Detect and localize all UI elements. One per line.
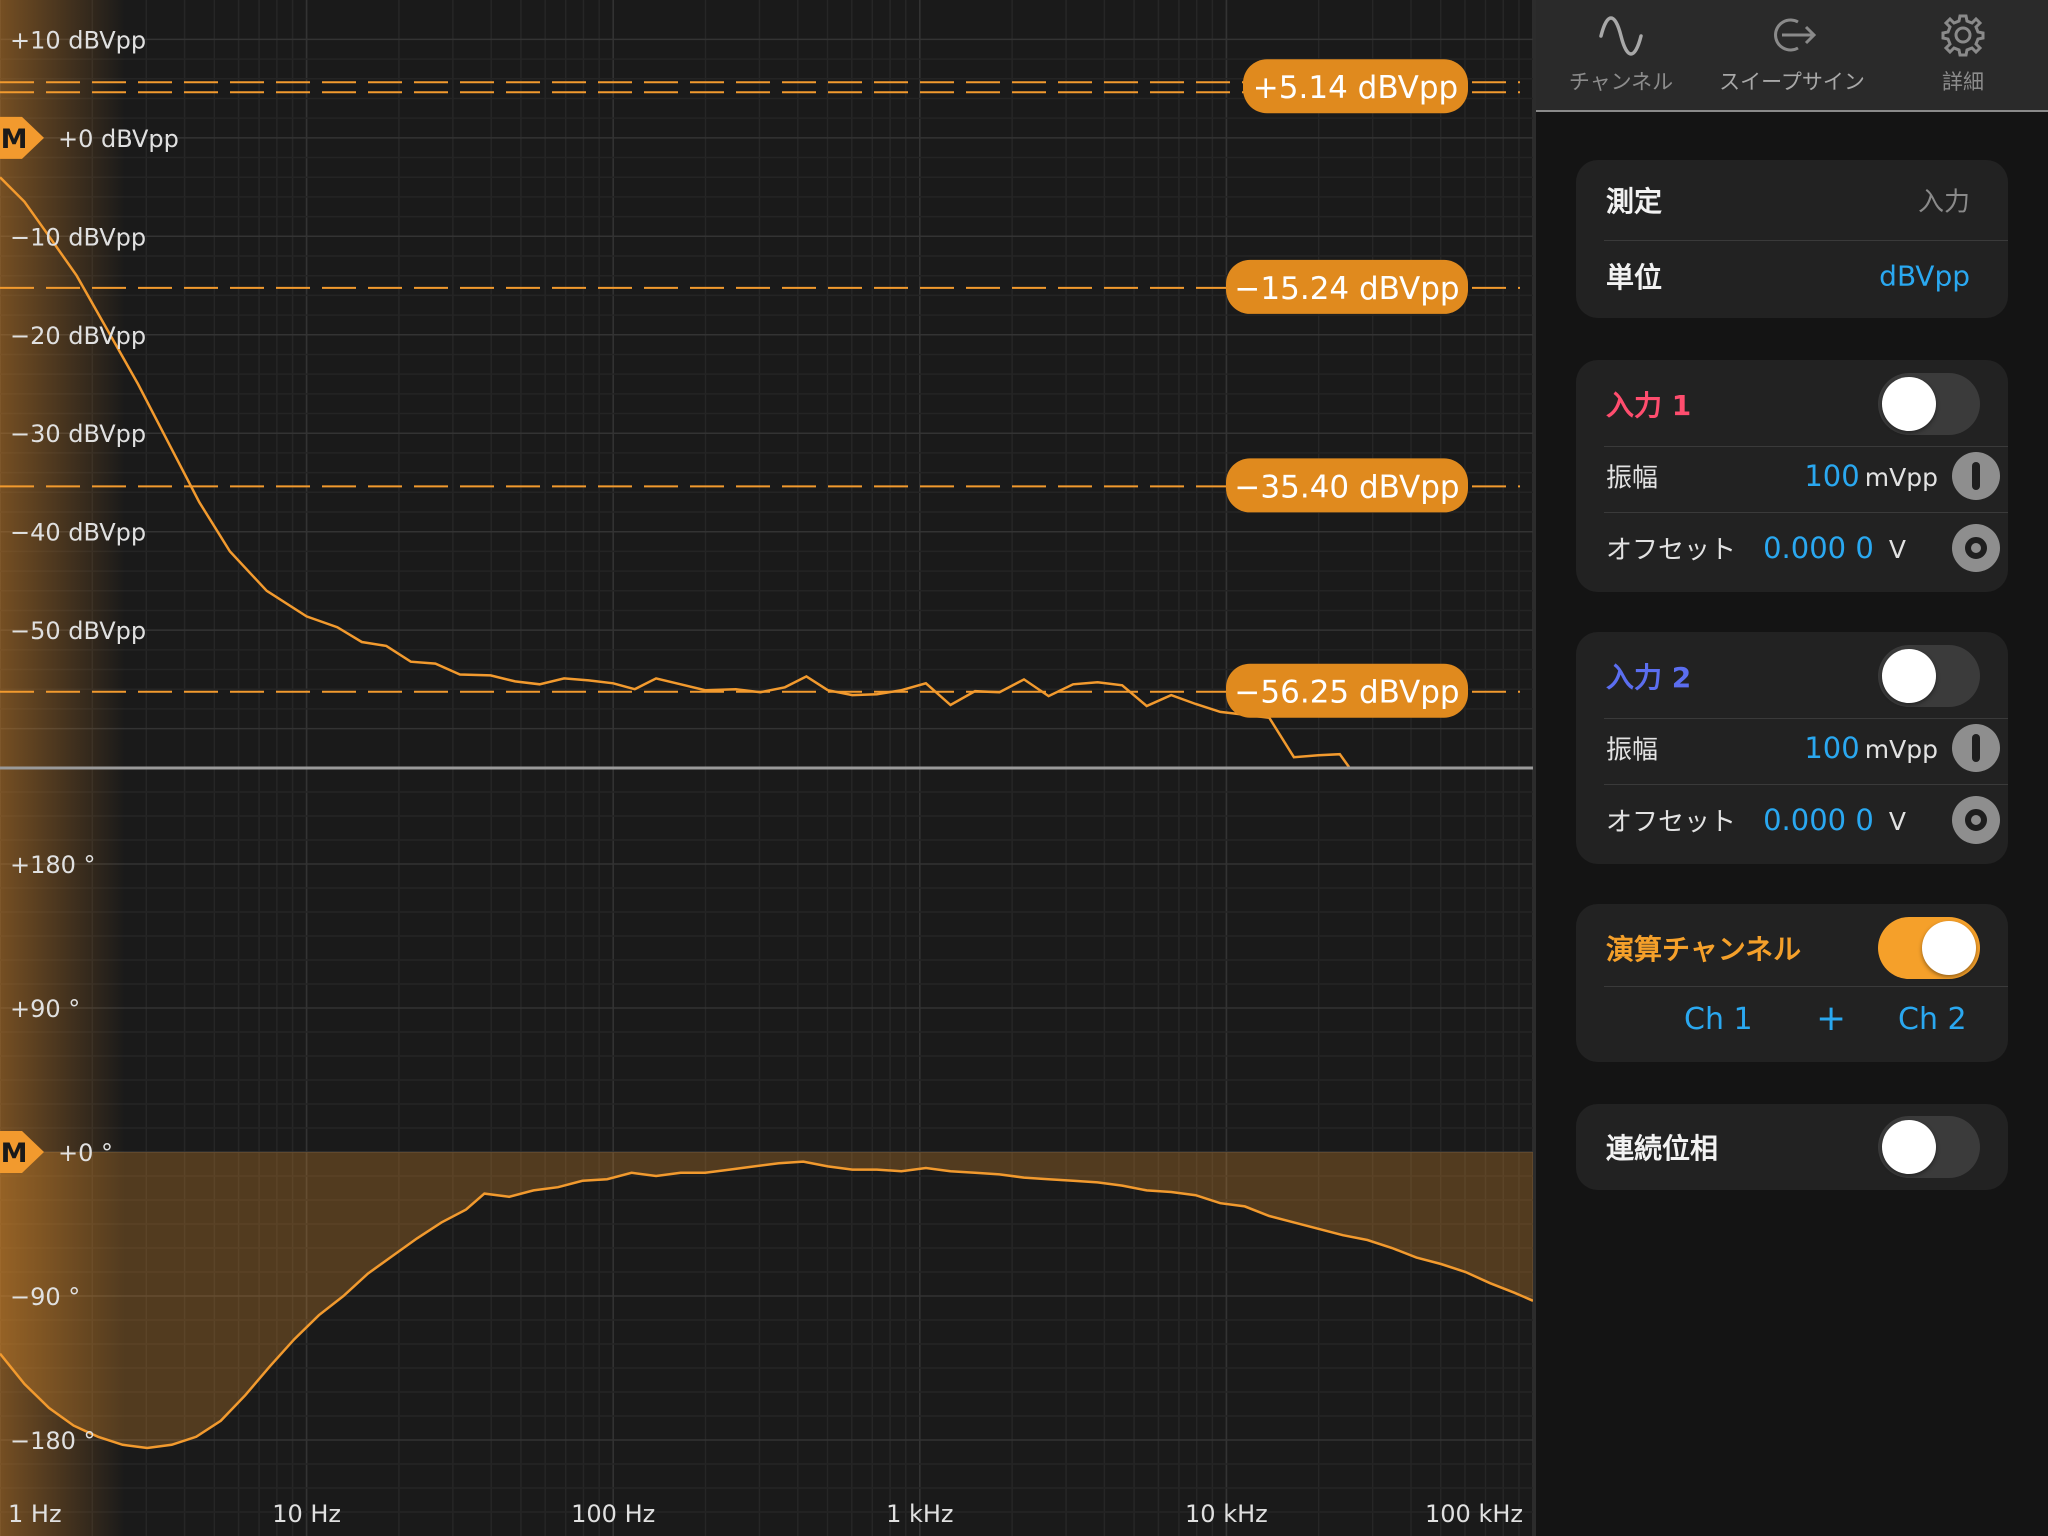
- math-channel-title: 演算チャンネル: [1606, 933, 1802, 966]
- phase-y-label: −180 °: [10, 1427, 96, 1455]
- measure-row[interactable]: 測定 入力: [1576, 164, 2008, 236]
- knob-indicator: [1972, 734, 1980, 762]
- magnitude-y-label: −10 dBVpp: [10, 223, 146, 251]
- input2-amplitude-row: 振幅 100 mVpp: [1576, 712, 2008, 784]
- tab-sweep-sine-label: スイープサイン: [1719, 70, 1865, 94]
- continuous-phase-card: 連続位相: [1576, 1104, 2008, 1190]
- magnitude-y-label: +0 dBVpp: [58, 125, 179, 153]
- phase-y-label: −90 °: [10, 1283, 80, 1311]
- input1-offset-row: オフセット 0.000 0 V: [1576, 512, 2008, 584]
- x-axis-label: 100 Hz: [571, 1500, 655, 1528]
- toggle-knob: [1882, 1120, 1936, 1174]
- continuous-phase-label: 連続位相: [1606, 1132, 1719, 1165]
- tab-bar: チャンネル スイープサイン 詳細: [1536, 0, 2048, 112]
- math-channel-b[interactable]: Ch 2: [1898, 1002, 1967, 1037]
- amplitude-unit: mVpp: [1864, 735, 1938, 764]
- offset-label: オフセット: [1606, 535, 1737, 566]
- offset-value[interactable]: 0.000 0: [1763, 531, 1874, 565]
- x-axis-label: 10 Hz: [272, 1500, 341, 1528]
- measurement-badge-label: +5.14 dBVpp: [1253, 70, 1458, 106]
- settings-panel: チャンネル スイープサイン 詳細 測定 入力 単位 dBVpp 入力 1 振幅 …: [1536, 0, 2048, 1536]
- measure-label: 測定: [1606, 185, 1663, 218]
- measurement-badge-label: −15.24 dBVpp: [1234, 271, 1459, 307]
- knob-indicator: [1965, 809, 1987, 831]
- amplitude-label: 振幅: [1606, 463, 1659, 494]
- magnitude-y-label: +10 dBVpp: [10, 26, 146, 54]
- input2-offset-row: オフセット 0.000 0 V: [1576, 784, 2008, 856]
- magnitude-y-label: −40 dBVpp: [10, 519, 146, 547]
- toggle-knob: [1882, 649, 1936, 703]
- input2-header-row: 入力 2: [1576, 640, 2008, 712]
- knob-indicator: [1972, 462, 1980, 490]
- phase-y-label: +0 °: [58, 1139, 113, 1167]
- magnitude-y-label: −30 dBVpp: [10, 420, 146, 448]
- offset-knob[interactable]: [1952, 796, 2000, 844]
- tab-channel[interactable]: チャンネル: [1536, 0, 1706, 110]
- tab-channel-label: チャンネル: [1568, 70, 1674, 94]
- unit-row[interactable]: 単位 dBVpp: [1576, 240, 2008, 312]
- phase-y-label: +90 °: [10, 995, 80, 1023]
- separator: [1604, 986, 2008, 987]
- measure-value[interactable]: 入力: [1918, 182, 1970, 219]
- offset-unit: V: [1888, 807, 1906, 836]
- math-channel-header-row: 演算チャンネル: [1576, 912, 2008, 984]
- amplitude-label: 振幅: [1606, 735, 1659, 766]
- tab-sweep-sine[interactable]: スイープサイン: [1706, 0, 1878, 110]
- tab-details[interactable]: 詳細: [1878, 0, 2048, 110]
- offset-unit: V: [1888, 535, 1906, 564]
- toggle-knob: [1882, 377, 1936, 431]
- input1-header-row: 入力 1: [1576, 368, 2008, 440]
- x-axis-label: 1 Hz: [8, 1500, 62, 1528]
- x-axis-label: 100 kHz: [1425, 1500, 1523, 1528]
- math-operator[interactable]: +: [1816, 998, 1846, 1039]
- input1-toggle[interactable]: [1878, 373, 1980, 435]
- x-axis-label: 10 kHz: [1185, 1500, 1268, 1528]
- marker-label: M: [1, 124, 28, 155]
- toggle-knob: [1922, 921, 1976, 975]
- measurement-badge-label: −56.25 dBVpp: [1234, 675, 1459, 711]
- amplitude-knob[interactable]: [1952, 452, 2000, 500]
- math-channel-a[interactable]: Ch 1: [1684, 1002, 1753, 1037]
- magnitude-y-label: −20 dBVpp: [10, 322, 146, 350]
- measurement-card: 測定 入力 単位 dBVpp: [1576, 160, 2008, 318]
- offset-label: オフセット: [1606, 807, 1737, 838]
- continuous-phase-toggle[interactable]: [1878, 1116, 1980, 1178]
- input1-card: 入力 1 振幅 100 mVpp オフセット 0.000 0 V: [1576, 360, 2008, 592]
- amplitude-value[interactable]: 100: [1804, 731, 1859, 765]
- unit-value[interactable]: dBVpp: [1879, 260, 1970, 293]
- sine-wave-icon: [1599, 16, 1643, 56]
- phase-y-label: +180 °: [10, 851, 96, 879]
- math-channel-card: 演算チャンネル Ch 1 + Ch 2: [1576, 904, 2008, 1062]
- x-axis-label: 1 kHz: [886, 1500, 953, 1528]
- input2-card: 入力 2 振幅 100 mVpp オフセット 0.000 0 V: [1576, 632, 2008, 864]
- knob-indicator: [1965, 537, 1987, 559]
- input1-amplitude-row: 振幅 100 mVpp: [1576, 440, 2008, 512]
- input2-title: 入力 2: [1606, 661, 1692, 694]
- marker-label: M: [1, 1138, 28, 1169]
- unit-label: 単位: [1606, 261, 1663, 294]
- input2-toggle[interactable]: [1878, 645, 1980, 707]
- tab-details-label: 詳細: [1942, 70, 1984, 94]
- continuous-phase-row: 連続位相: [1576, 1111, 2008, 1183]
- offset-knob[interactable]: [1952, 524, 2000, 572]
- amplitude-unit: mVpp: [1864, 463, 1938, 492]
- gear-icon: [1941, 14, 1985, 57]
- magnitude-y-label: −50 dBVpp: [10, 617, 146, 645]
- amplitude-value[interactable]: 100: [1804, 459, 1859, 493]
- input1-title: 入力 1: [1606, 389, 1692, 422]
- bode-plot[interactable]: +10 dBVpp +0 dBVpp −10 dBVpp −20 dBVpp −30 d…: [0, 0, 1533, 1536]
- sweep-arrow-icon: [1774, 18, 1817, 52]
- measurement-badge-label: −35.40 dBVpp: [1234, 469, 1459, 505]
- math-channel-toggle[interactable]: [1878, 917, 1980, 979]
- amplitude-knob[interactable]: [1952, 724, 2000, 772]
- offset-value[interactable]: 0.000 0: [1763, 803, 1874, 837]
